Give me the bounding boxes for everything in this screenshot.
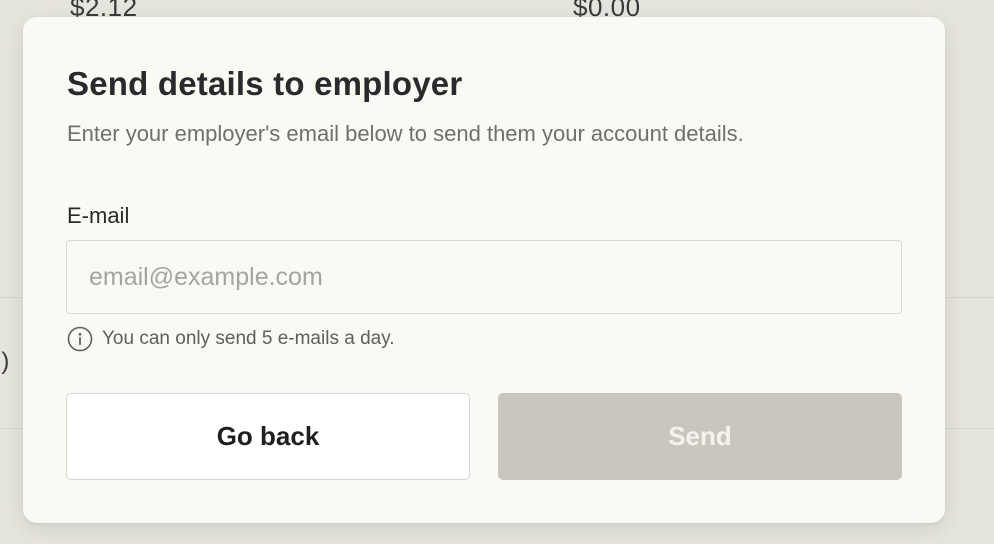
email-label: E-mail — [67, 203, 130, 228]
go-back-button[interactable]: Go back — [66, 393, 470, 480]
send-button[interactable]: Send — [498, 393, 902, 480]
hint-text: You can only send 5 e-mails a day. — [102, 328, 395, 349]
email-limit-hint: You can only send 5 e-mails a day. — [67, 326, 395, 352]
modal-subtitle: Enter your employer's email below to sen… — [67, 121, 744, 146]
email-input[interactable] — [66, 240, 902, 314]
modal-title: Send details to employer — [67, 65, 463, 102]
info-circle-icon — [67, 326, 93, 352]
send-details-modal: Send details to employer Enter your empl… — [23, 17, 945, 523]
background-text-fragment: l) — [0, 348, 10, 375]
